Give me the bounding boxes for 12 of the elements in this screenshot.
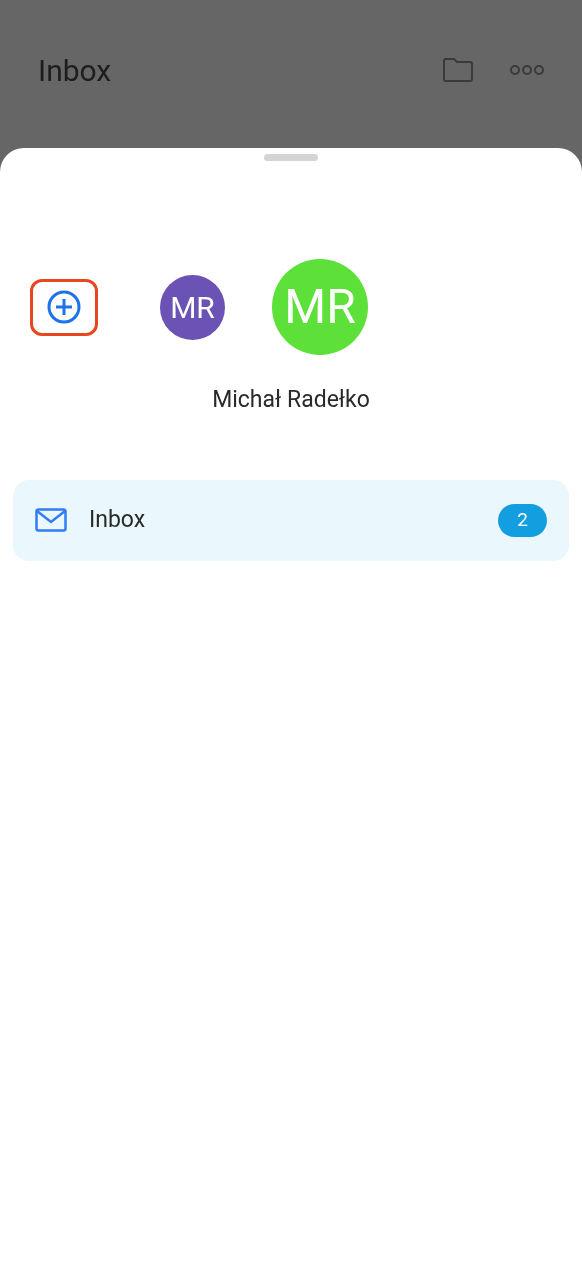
- folder-icon[interactable]: [442, 57, 474, 83]
- unread-count: 2: [498, 503, 547, 537]
- account-avatar[interactable]: MR: [160, 274, 225, 340]
- add-account-button[interactable]: [30, 278, 98, 336]
- folder-item[interactable]: Inbox 2: [13, 479, 569, 561]
- plus-circle-icon: [46, 289, 82, 325]
- drag-handle[interactable]: [264, 154, 318, 161]
- folder-name: Inbox: [89, 504, 147, 535]
- header-title: Inbox: [38, 51, 113, 90]
- more-icon[interactable]: [510, 64, 544, 76]
- mail-icon: [35, 508, 67, 532]
- account-name: Michał Radełko: [212, 385, 370, 415]
